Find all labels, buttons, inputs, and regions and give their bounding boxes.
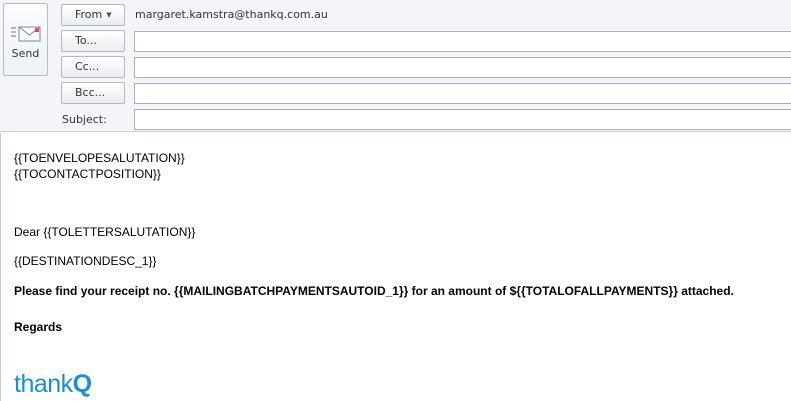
body-line-destination: {{DESTINATIONDESC_1}} xyxy=(14,254,157,268)
cc-label: Cc... xyxy=(75,60,100,73)
send-envelope-icon xyxy=(10,25,41,43)
logo-mark: Q xyxy=(72,370,92,398)
body-line-envelope-salutation: {{TOENVELOPESALUTATION}} xyxy=(14,151,185,165)
bcc-field[interactable] xyxy=(134,83,791,104)
send-button[interactable]: Send xyxy=(3,3,48,76)
from-label: From xyxy=(75,8,103,21)
body-line-regards: Regards xyxy=(14,320,63,334)
logo-text: thank xyxy=(14,370,73,398)
to-field[interactable] xyxy=(134,31,791,52)
chevron-down-icon: ▼ xyxy=(106,11,112,19)
subject-field[interactable] xyxy=(134,109,791,130)
to-label: To... xyxy=(75,34,97,47)
body-line-receipt: Please find your receipt no. {{MAILINGBA… xyxy=(14,284,734,298)
compose-header: Send From ▼ margaret.kamstra@thankq.com.a… xyxy=(0,0,791,132)
thankq-logo: thankQ xyxy=(14,370,92,400)
to-button[interactable]: To... xyxy=(61,30,125,52)
body-line-greeting: Dear {{TOLETTERSALUTATION}} xyxy=(14,225,196,239)
bcc-label: Bcc... xyxy=(75,86,106,99)
from-button[interactable]: From ▼ xyxy=(61,4,125,26)
bcc-button[interactable]: Bcc... xyxy=(61,82,125,104)
send-label: Send xyxy=(11,47,40,60)
cc-field[interactable] xyxy=(134,57,791,78)
from-address: margaret.kamstra@thankq.com.au xyxy=(135,8,328,21)
cc-button[interactable]: Cc... xyxy=(61,56,125,78)
subject-label: Subject: xyxy=(62,113,107,126)
body-line-contact-position: {{TOCONTACTPOSITION}} xyxy=(14,167,161,181)
